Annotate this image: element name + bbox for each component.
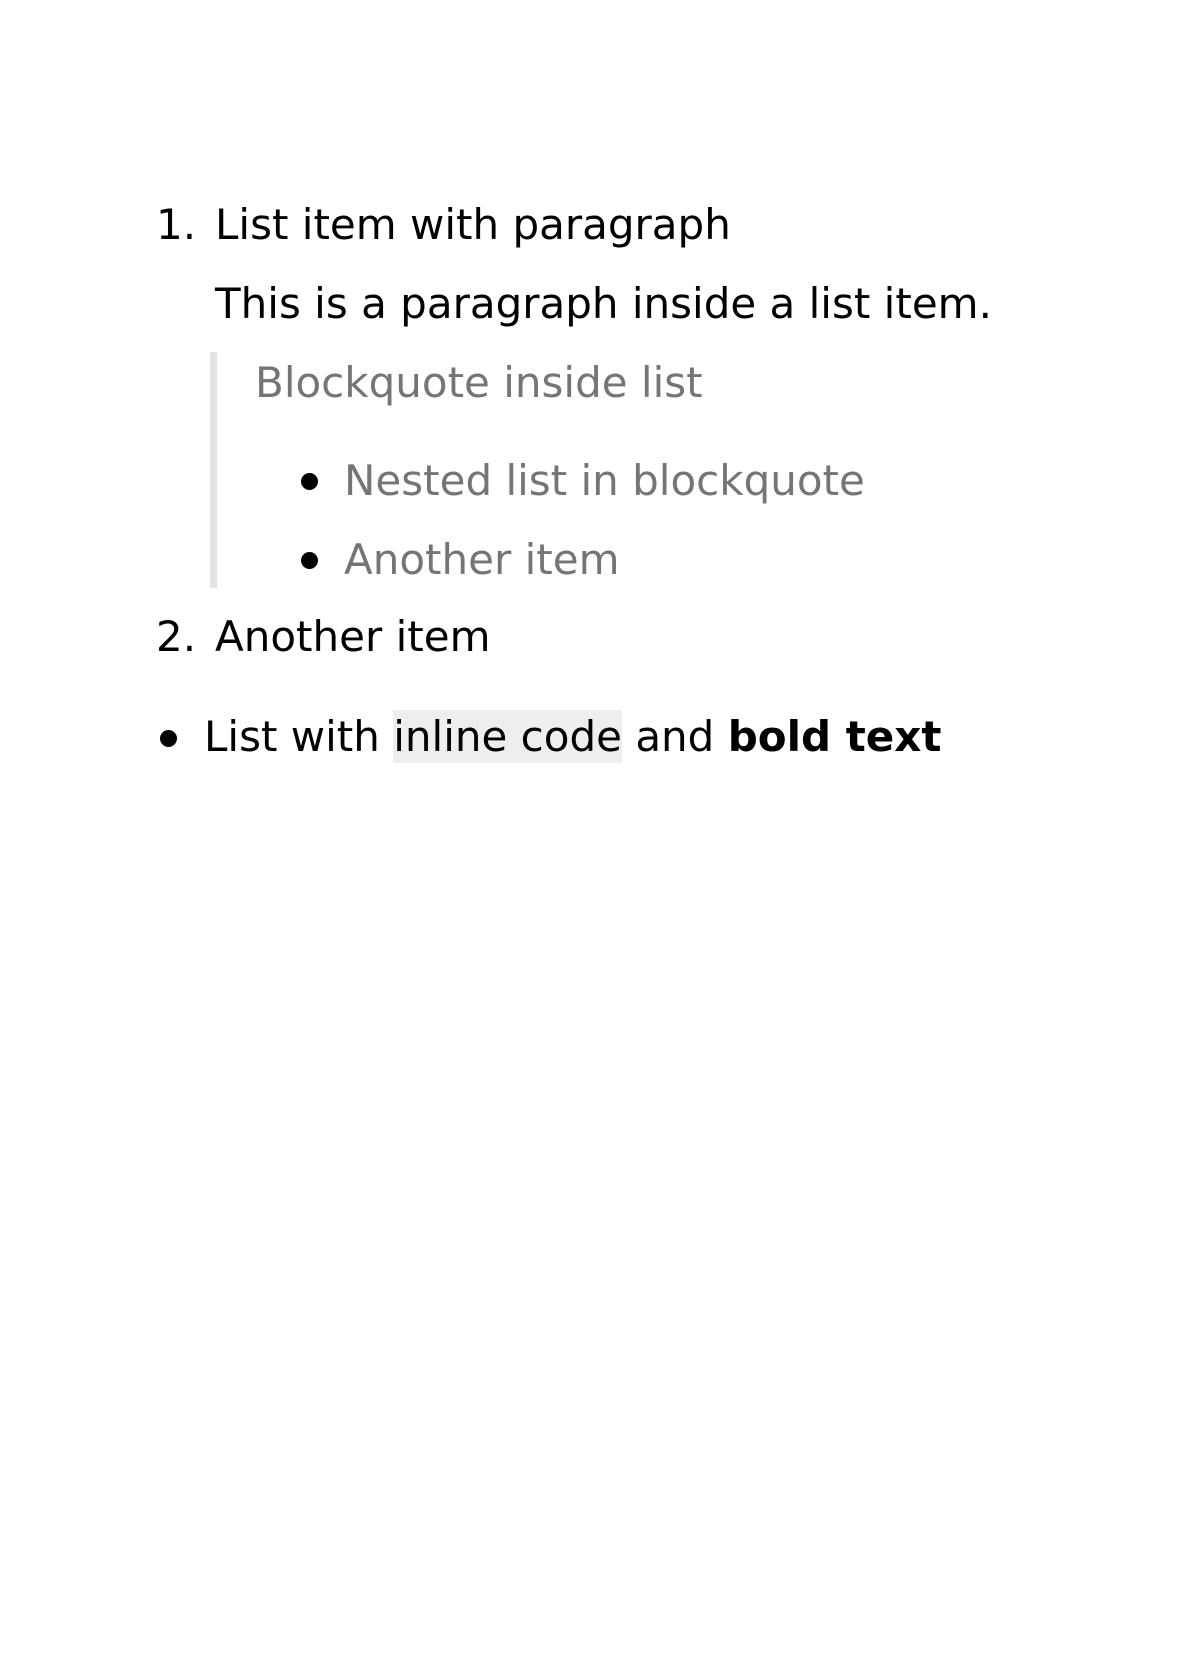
ordered-item-2-title: Another item [215,612,491,661]
blockquote-list-item-2: Another item [344,535,620,584]
blockquote-bullet-1 [301,473,318,490]
bullet-list-item-1: List with inline code and bold text [204,709,941,765]
blockquote-bar [210,352,217,588]
blockquote-bullet-2 [301,552,318,569]
document-page: 1. List item with paragraph This is a pa… [0,0,1192,1680]
blockquote-text: Blockquote inside list [255,358,703,407]
ordered-marker-1: 1. [156,200,197,249]
ordered-item-1-title: List item with paragraph [215,200,731,249]
bullet-item-text-before: List with [204,712,394,761]
bullet-item-text-middle: and [621,712,728,761]
blockquote-list-item-1: Nested list in blockquote [344,456,865,505]
ordered-marker-2: 2. [156,612,197,661]
bullet-list-bullet-1 [160,730,177,747]
inline-code: inline code [393,710,622,763]
bold-text: bold text [727,712,942,761]
ordered-item-1-paragraph: This is a paragraph inside a list item. [215,279,992,328]
